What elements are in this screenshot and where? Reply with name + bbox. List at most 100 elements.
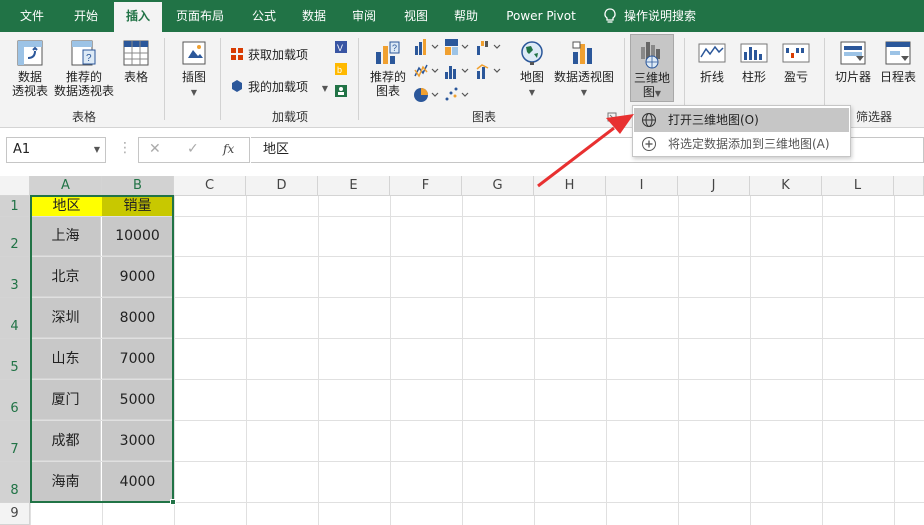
column-header-c[interactable]: C bbox=[174, 176, 246, 196]
sparkline-winloss-button[interactable]: 盈亏 bbox=[776, 38, 816, 84]
column-sparkline-icon bbox=[740, 43, 768, 63]
recommended-charts-label-1: 推荐的 bbox=[369, 70, 406, 84]
open-3d-map-label: 打开三维地图(O) bbox=[668, 113, 759, 127]
globe-icon bbox=[642, 113, 656, 127]
tab-home[interactable]: 开始 bbox=[62, 0, 110, 32]
row-header-1[interactable]: 1 bbox=[0, 196, 30, 217]
globe-icon bbox=[521, 41, 543, 65]
fill-handle[interactable] bbox=[170, 499, 176, 505]
line-sparkline-icon bbox=[698, 43, 726, 63]
my-addins-icon bbox=[232, 80, 242, 92]
tab-file[interactable]: 文件 bbox=[8, 0, 56, 32]
chevron-down-icon: ▼ bbox=[321, 84, 328, 93]
chevron-down-icon: ▼ bbox=[528, 88, 536, 97]
chevron-down-icon: ▼ bbox=[190, 88, 198, 97]
formula-buttons: ✕ ✓ fx bbox=[138, 137, 250, 163]
people-graph-icon[interactable] bbox=[334, 84, 348, 98]
illustrations-icon bbox=[182, 41, 206, 65]
row-header-7[interactable]: 7 bbox=[0, 421, 30, 462]
store-icon bbox=[231, 48, 243, 60]
sparkline-column-label: 柱形 bbox=[741, 70, 766, 84]
svg-text:?: ? bbox=[392, 43, 397, 53]
tab-page-layout[interactable]: 页面布局 bbox=[168, 0, 232, 32]
column-chart-icon[interactable] bbox=[414, 38, 440, 56]
column-header-k[interactable]: K bbox=[750, 176, 822, 196]
column-header-l[interactable]: L bbox=[822, 176, 894, 196]
tab-power-pivot[interactable]: Power Pivot bbox=[500, 0, 582, 32]
name-box[interactable]: A1 ▼ bbox=[6, 137, 106, 163]
row-header-5[interactable]: 5 bbox=[0, 339, 30, 380]
column-header-h[interactable]: H bbox=[534, 176, 606, 196]
pivot-chart-button[interactable]: 数据透视图 ▼ bbox=[552, 38, 616, 100]
tab-review[interactable]: 审阅 bbox=[340, 0, 388, 32]
pivot-chart-label: 数据透视图 bbox=[553, 70, 614, 84]
my-addins-button[interactable]: 我的加载项 ▼ bbox=[230, 78, 328, 95]
pie-chart-icon[interactable] bbox=[414, 86, 440, 104]
table-button[interactable]: 表格 bbox=[116, 38, 156, 84]
my-addins-label: 我的加载项 bbox=[248, 80, 309, 94]
open-3d-map-item[interactable]: 打开三维地图(O) bbox=[634, 108, 849, 132]
tab-view[interactable]: 视图 bbox=[392, 0, 440, 32]
sparkline-line-button[interactable]: 折线 bbox=[692, 38, 732, 84]
tab-insert[interactable]: 插入 bbox=[114, 2, 162, 32]
visio-icon[interactable]: V bbox=[334, 40, 348, 54]
recommended-pivot-button[interactable]: ? 推荐的 数据透视表 bbox=[52, 38, 116, 98]
dialog-launcher-icon[interactable] bbox=[607, 112, 617, 122]
column-header-m[interactable] bbox=[894, 176, 924, 196]
pivot-table-button[interactable]: 数据 透视表 bbox=[8, 38, 52, 98]
formula-bar-splitter[interactable]: ⋮ bbox=[118, 140, 132, 156]
tab-formulas[interactable]: 公式 bbox=[240, 0, 288, 32]
enter-icon[interactable]: ✓ bbox=[187, 141, 199, 157]
slicer-button[interactable]: 切片器 bbox=[830, 38, 876, 84]
column-header-g[interactable]: G bbox=[462, 176, 534, 196]
bing-maps-icon[interactable]: b bbox=[334, 62, 348, 76]
column-header-b[interactable]: B bbox=[102, 176, 174, 196]
row-header-4[interactable]: 4 bbox=[0, 298, 30, 339]
column-header-i[interactable]: I bbox=[606, 176, 678, 196]
column-header-f[interactable]: F bbox=[390, 176, 462, 196]
chevron-down-icon[interactable]: ▼ bbox=[94, 138, 100, 162]
cancel-icon[interactable]: ✕ bbox=[149, 141, 161, 157]
line-chart-icon[interactable] bbox=[414, 62, 440, 80]
statistic-chart-icon[interactable] bbox=[444, 62, 470, 80]
waterfall-chart-icon[interactable] bbox=[476, 38, 502, 56]
column-header-a[interactable]: A bbox=[30, 176, 102, 196]
column-header-d[interactable]: D bbox=[246, 176, 318, 196]
insert-function-icon[interactable]: fx bbox=[223, 142, 234, 156]
hierarchy-chart-icon[interactable] bbox=[444, 38, 470, 56]
row-header-6[interactable]: 6 bbox=[0, 380, 30, 421]
column-header-e[interactable]: E bbox=[318, 176, 390, 196]
row-header-3[interactable]: 3 bbox=[0, 257, 30, 298]
3d-map-button[interactable]: 三维地 图▼ bbox=[630, 34, 674, 102]
row-header-2[interactable]: 2 bbox=[0, 217, 30, 257]
select-all-corner[interactable] bbox=[0, 176, 30, 196]
row-header-8[interactable]: 8 bbox=[0, 462, 30, 503]
add-to-3d-map-item[interactable]: 将选定数据添加到三维地图(A) bbox=[634, 132, 849, 156]
illustrations-label: 插图 bbox=[181, 70, 206, 84]
combo-chart-icon[interactable] bbox=[476, 62, 502, 80]
timeline-button[interactable]: 日程表 bbox=[876, 38, 920, 84]
add-to-3d-map-label: 将选定数据添加到三维地图(A) bbox=[668, 137, 830, 151]
maps-label: 地图 bbox=[519, 70, 544, 84]
svg-text:V: V bbox=[337, 43, 343, 53]
pivot-chart-icon bbox=[572, 41, 592, 64]
3d-map-icon bbox=[641, 42, 660, 69]
sparkline-line-label: 折线 bbox=[699, 70, 724, 84]
row-header-9[interactable]: 9 bbox=[0, 503, 30, 525]
get-addins-button[interactable]: 获取加载项 bbox=[230, 46, 308, 63]
filters-group-label: 筛选器 bbox=[855, 110, 892, 124]
recommended-pivot-label-2: 数据透视表 bbox=[53, 84, 114, 98]
recommended-charts-button[interactable]: ? 推荐的 图表 bbox=[366, 38, 410, 98]
maps-button[interactable]: 地图 ▼ bbox=[510, 38, 554, 100]
column-header-j[interactable]: J bbox=[678, 176, 750, 196]
tab-help[interactable]: 帮助 bbox=[442, 0, 490, 32]
tell-me-search[interactable]: 操作说明搜索 bbox=[624, 0, 708, 32]
lightbulb-icon bbox=[604, 8, 616, 23]
name-box-value: A1 bbox=[13, 142, 31, 157]
scatter-chart-icon[interactable] bbox=[444, 86, 470, 104]
selection-border bbox=[30, 195, 174, 503]
tab-data[interactable]: 数据 bbox=[290, 0, 338, 32]
sparkline-column-button[interactable]: 柱形 bbox=[734, 38, 774, 84]
recommended-charts-label-2: 图表 bbox=[375, 84, 400, 98]
illustrations-button[interactable]: 插图 ▼ bbox=[172, 38, 216, 100]
